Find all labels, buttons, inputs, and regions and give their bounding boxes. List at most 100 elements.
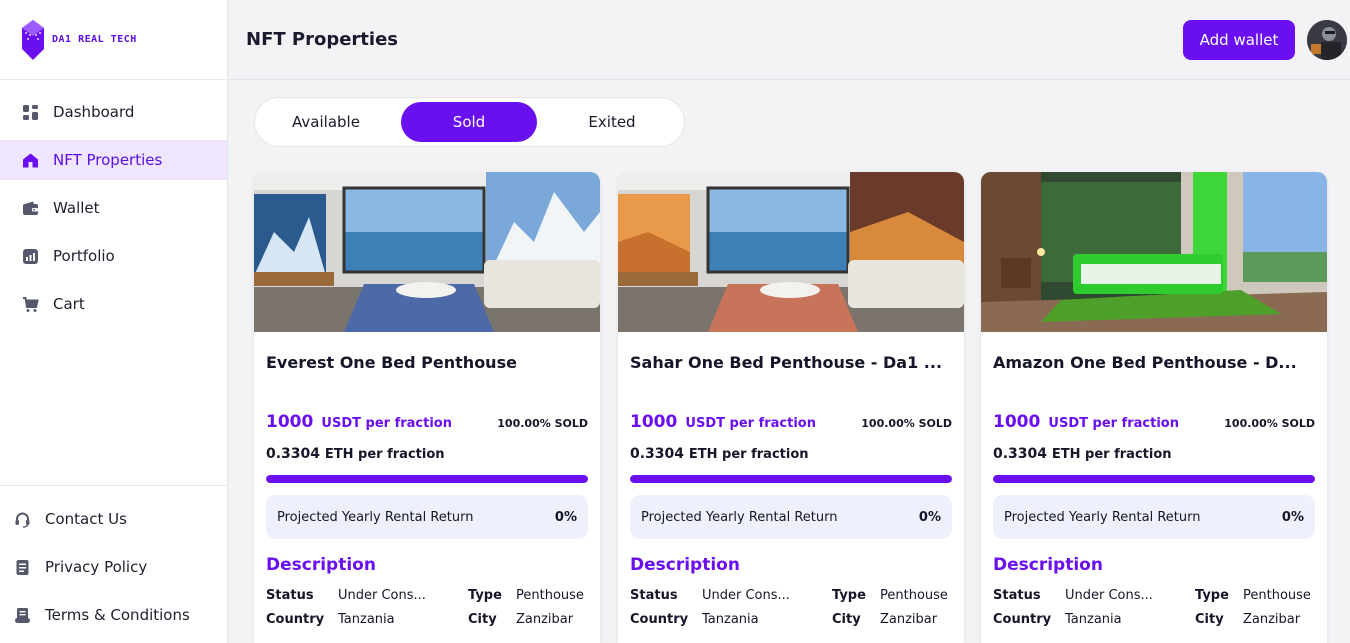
type-label: Type xyxy=(1195,588,1229,603)
eth-price-row: 0.3304 ETH per fraction xyxy=(266,446,445,462)
type-label: Type xyxy=(832,588,866,603)
status-label: Status xyxy=(266,588,314,603)
sidebar-item-portfolio[interactable]: Portfolio xyxy=(0,236,227,276)
status-label: Status xyxy=(630,588,678,603)
city-label: City xyxy=(468,612,497,627)
avatar[interactable] xyxy=(1307,20,1347,60)
sold-progress-bar xyxy=(630,475,952,483)
city-value: Zanzibar xyxy=(880,612,938,627)
sidebar-item-label: Terms & Conditions xyxy=(45,606,190,624)
property-card[interactable]: Amazon One Bed Penthouse - D... 1000 USD… xyxy=(981,172,1327,643)
sidebar-item-label: Privacy Policy xyxy=(45,558,148,576)
sidebar-item-wallet[interactable]: Wallet xyxy=(0,188,227,228)
add-wallet-button[interactable]: Add wallet xyxy=(1183,20,1295,60)
price-row: 1000 USDT per fraction 100.00% SOLD xyxy=(630,412,952,432)
sold-progress-fill xyxy=(266,475,588,483)
rental-return-box: Projected Yearly Rental Return 0% xyxy=(266,495,588,539)
property-title[interactable]: Amazon One Bed Penthouse - D... xyxy=(993,353,1315,372)
tab-available[interactable]: Available xyxy=(258,102,394,142)
country-value: Tanzania xyxy=(1065,612,1122,627)
eth-price-unit: ETH per fraction xyxy=(324,447,445,462)
type-value: Penthouse xyxy=(880,588,948,603)
sidebar-nav: Dashboard NFT Properties Wallet Portfoli… xyxy=(0,80,227,324)
sold-percentage: 100.00% SOLD xyxy=(861,417,952,430)
home-icon xyxy=(22,152,39,169)
country-label: Country xyxy=(266,612,325,627)
document-icon xyxy=(14,559,31,576)
description-heading: Description xyxy=(993,555,1103,575)
usdt-price: 1000 xyxy=(993,412,1041,432)
rental-return-value: 0% xyxy=(918,509,941,525)
usdt-price-unit: USDT per fraction xyxy=(685,416,816,431)
sidebar-item-label: Dashboard xyxy=(53,103,135,121)
country-value: Tanzania xyxy=(338,612,395,627)
sidebar-footer-nav: Contact Us Privacy Policy Terms & Condit… xyxy=(0,485,227,643)
sidebar-item-label: Contact Us xyxy=(45,510,127,528)
property-image[interactable] xyxy=(254,172,600,332)
city-value: Zanzibar xyxy=(1243,612,1301,627)
wallet-icon xyxy=(22,200,39,217)
logo-icon xyxy=(22,19,44,60)
sidebar-item-terms-conditions[interactable]: Terms & Conditions xyxy=(0,595,227,635)
rental-return-box: Projected Yearly Rental Return 0% xyxy=(630,495,952,539)
rental-return-label: Projected Yearly Rental Return xyxy=(1004,509,1201,525)
eth-price: 0.3304 xyxy=(993,446,1048,462)
property-image[interactable] xyxy=(618,172,964,332)
country-value: Tanzania xyxy=(702,612,759,627)
sold-progress-fill xyxy=(993,475,1315,483)
rental-return-label: Projected Yearly Rental Return xyxy=(641,509,838,525)
chart-icon xyxy=(22,248,39,265)
eth-price-row: 0.3304 ETH per fraction xyxy=(630,446,809,462)
price-row: 1000 USDT per fraction 100.00% SOLD xyxy=(993,412,1315,432)
rental-return-label: Projected Yearly Rental Return xyxy=(277,509,474,525)
sold-percentage: 100.00% SOLD xyxy=(497,417,588,430)
city-label: City xyxy=(832,612,861,627)
top-header: NFT Properties Add wallet xyxy=(229,0,1350,80)
price-row: 1000 USDT per fraction 100.00% SOLD xyxy=(266,412,588,432)
eth-price-unit: ETH per fraction xyxy=(688,447,809,462)
sidebar-item-privacy-policy[interactable]: Privacy Policy xyxy=(0,547,227,587)
property-title[interactable]: Everest One Bed Penthouse xyxy=(266,353,588,372)
status-tabs: Available Sold Exited xyxy=(254,97,685,147)
property-card[interactable]: Everest One Bed Penthouse 1000 USDT per … xyxy=(254,172,600,643)
sidebar-item-nft-properties[interactable]: NFT Properties xyxy=(0,140,227,180)
property-card[interactable]: Sahar One Bed Penthouse - Da1 ... 1000 U… xyxy=(618,172,964,643)
sidebar-item-label: Portfolio xyxy=(53,247,115,265)
status-value: Under Cons... xyxy=(338,588,426,603)
country-label: Country xyxy=(993,612,1052,627)
sold-percentage: 100.00% SOLD xyxy=(1224,417,1315,430)
tab-sold[interactable]: Sold xyxy=(401,102,537,142)
scroll-icon xyxy=(14,607,31,624)
type-value: Penthouse xyxy=(516,588,584,603)
sold-progress-fill xyxy=(630,475,952,483)
rental-return-value: 0% xyxy=(1281,509,1304,525)
sold-progress-bar xyxy=(266,475,588,483)
country-label: Country xyxy=(630,612,689,627)
usdt-price-unit: USDT per fraction xyxy=(1048,416,1179,431)
type-label: Type xyxy=(468,588,502,603)
brand-name: DA1 REAL TECH xyxy=(52,34,137,45)
sidebar-item-contact-us[interactable]: Contact Us xyxy=(0,499,227,539)
sidebar-item-label: Wallet xyxy=(53,199,100,217)
sidebar-item-dashboard[interactable]: Dashboard xyxy=(0,92,227,132)
eth-price-unit: ETH per fraction xyxy=(1051,447,1172,462)
cart-icon xyxy=(22,296,39,313)
usdt-price: 1000 xyxy=(266,412,314,432)
eth-price-row: 0.3304 ETH per fraction xyxy=(993,446,1172,462)
sidebar: DA1 REAL TECH Dashboard NFT Properties W… xyxy=(0,0,228,643)
property-title[interactable]: Sahar One Bed Penthouse - Da1 ... xyxy=(630,353,952,372)
rental-return-value: 0% xyxy=(554,509,577,525)
sidebar-item-label: Cart xyxy=(53,295,85,313)
usdt-price: 1000 xyxy=(630,412,678,432)
city-label: City xyxy=(1195,612,1224,627)
grid-icon xyxy=(22,104,39,121)
headset-icon xyxy=(14,511,31,528)
property-image[interactable] xyxy=(981,172,1327,332)
usdt-price-unit: USDT per fraction xyxy=(321,416,452,431)
brand-logo[interactable]: DA1 REAL TECH xyxy=(0,0,227,80)
status-value: Under Cons... xyxy=(702,588,790,603)
sidebar-item-cart[interactable]: Cart xyxy=(0,284,227,324)
description-heading: Description xyxy=(630,555,740,575)
tab-exited[interactable]: Exited xyxy=(544,102,680,142)
status-value: Under Cons... xyxy=(1065,588,1153,603)
